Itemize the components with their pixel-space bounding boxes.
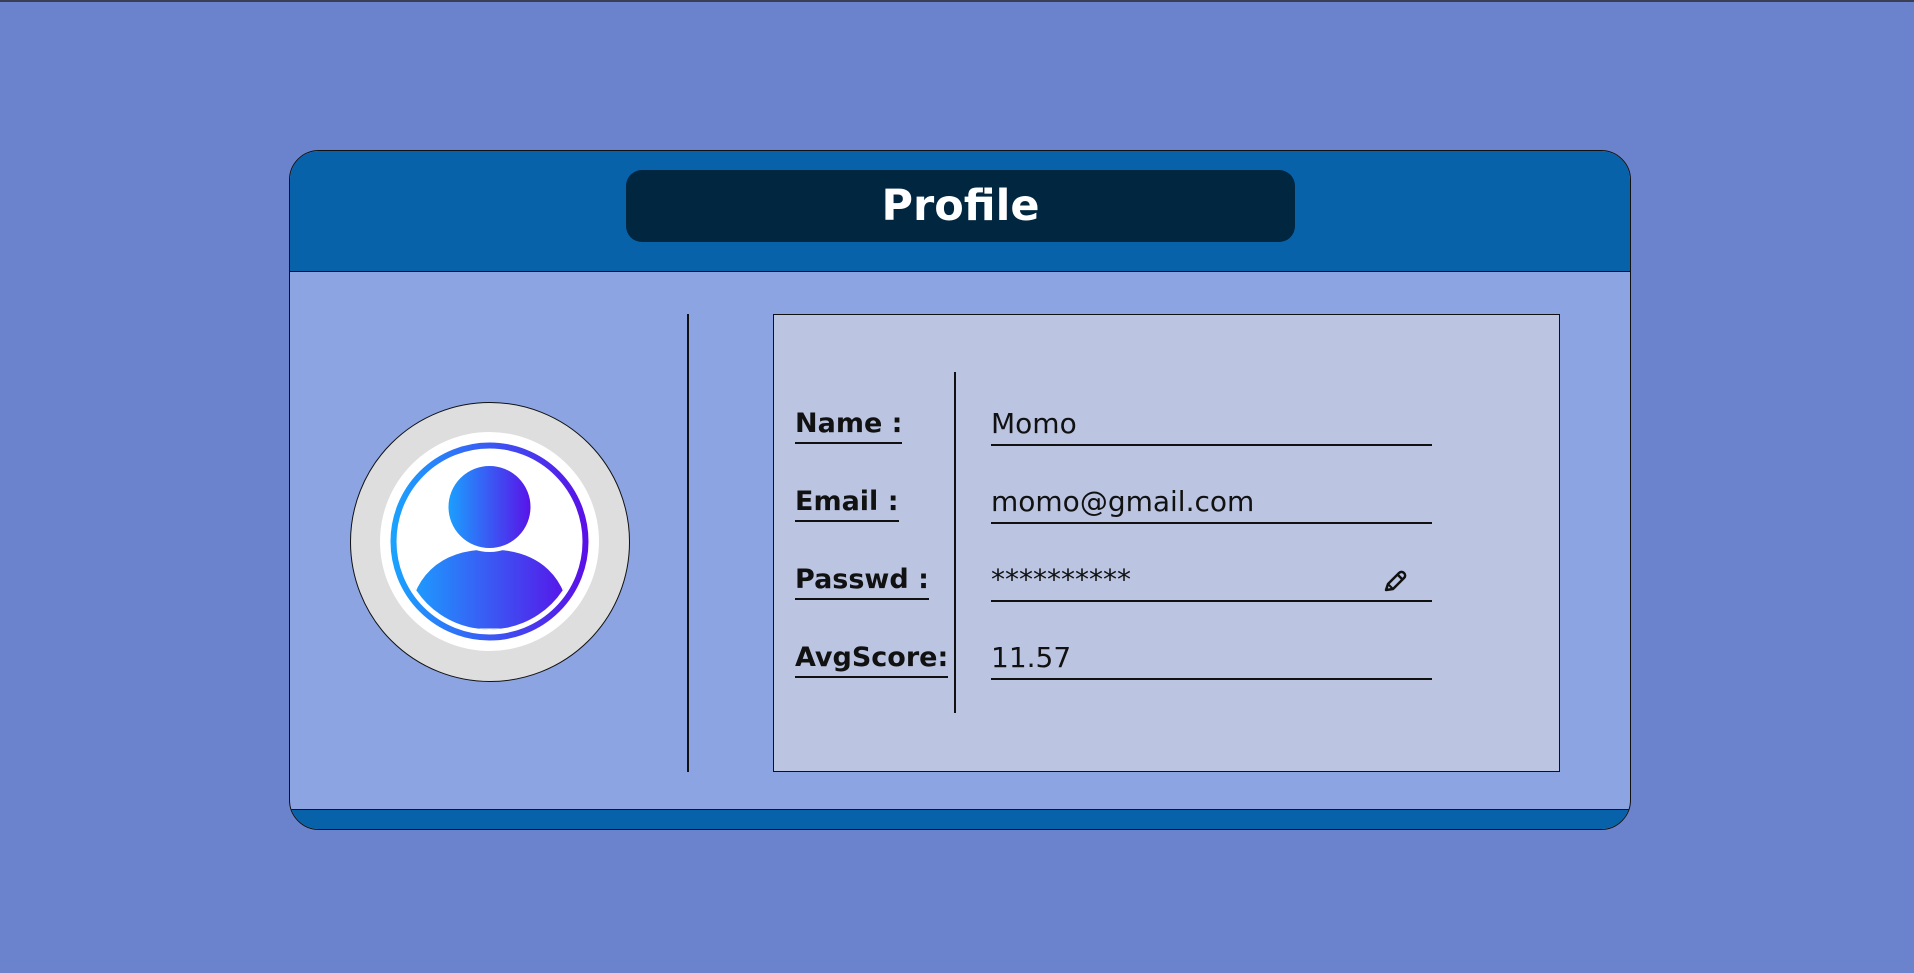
section-divider	[687, 314, 689, 772]
avgscore-field[interactable]: 11.57	[991, 640, 1432, 680]
avgscore-row: AvgScore: 11.57	[774, 640, 1559, 690]
profile-info-panel: Name : Momo Email : momo@gmail.com Passw…	[773, 314, 1560, 772]
name-row: Name : Momo	[774, 406, 1559, 456]
page-title: Profile	[626, 170, 1295, 242]
email-value: momo@gmail.com	[991, 485, 1255, 518]
email-label: Email :	[795, 484, 899, 522]
pencil-edit-icon[interactable]	[1380, 568, 1408, 596]
name-value: Momo	[991, 407, 1077, 440]
password-value: **********	[991, 563, 1131, 596]
avgscore-value: 11.57	[991, 641, 1072, 674]
avatar	[350, 402, 630, 682]
email-row: Email : momo@gmail.com	[774, 484, 1559, 534]
name-label: Name :	[795, 406, 903, 444]
password-field[interactable]: **********	[991, 562, 1432, 602]
card-footer	[290, 809, 1630, 829]
user-avatar-icon	[380, 432, 599, 651]
password-row: Passwd : **********	[774, 562, 1559, 612]
password-label: Passwd :	[795, 562, 929, 600]
name-field[interactable]: Momo	[991, 406, 1432, 446]
email-field[interactable]: momo@gmail.com	[991, 484, 1432, 524]
profile-card: Profile Name : Momo Email: momo@gmail.c…	[289, 150, 1631, 830]
avgscore-label: AvgScore:	[795, 640, 949, 678]
card-header: Profile	[290, 151, 1630, 272]
